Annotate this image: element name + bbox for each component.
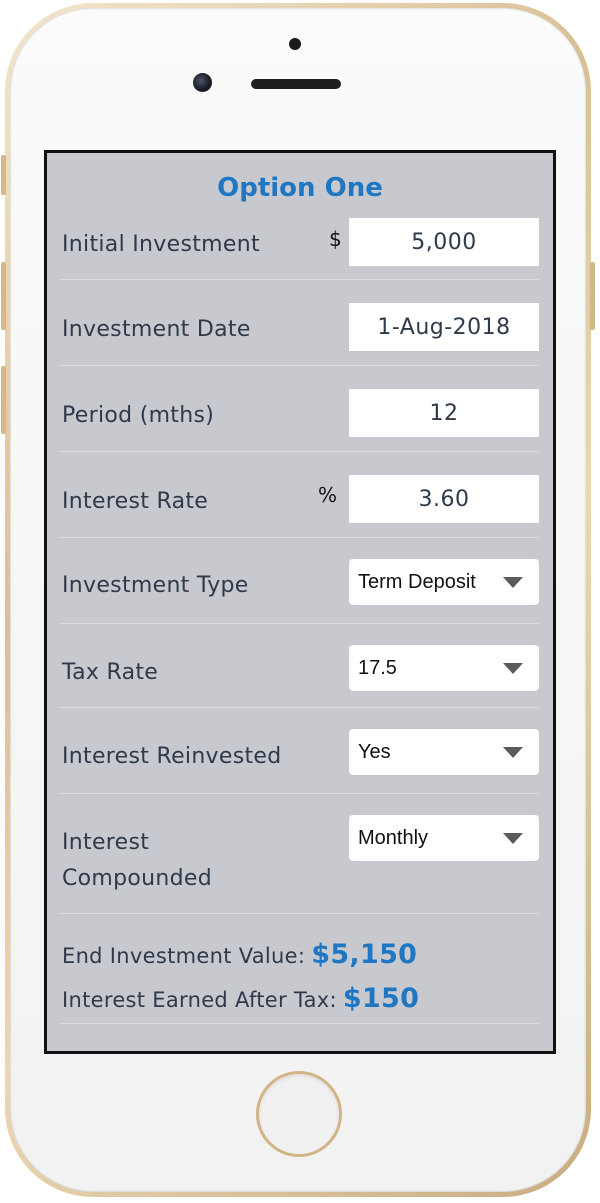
end-investment-value-label: End Investment Value: — [62, 944, 306, 968]
interest-rate-input[interactable]: 3.60 — [349, 475, 539, 523]
row-interest-rate: Interest Rate % 3.60 — [59, 451, 539, 538]
currency-prefix: $ — [329, 227, 342, 251]
interest-reinvested-label: Interest Reinvested — [62, 744, 282, 769]
row-investment-date: Investment Date 1-Aug-2018 — [59, 279, 539, 366]
investment-date-label: Investment Date — [62, 317, 251, 342]
proximity-sensor — [289, 38, 301, 50]
chevron-down-icon — [503, 747, 523, 758]
chevron-down-icon — [503, 663, 523, 674]
initial-investment-input[interactable]: 5,000 — [349, 218, 539, 266]
volume-up-button — [1, 262, 6, 330]
investment-date-input[interactable]: 1-Aug-2018 — [349, 303, 539, 351]
tax-rate-value: 17.5 — [358, 656, 397, 679]
row-period: Period (mths) 12 — [59, 365, 539, 452]
interest-compounded-value: Monthly — [358, 826, 429, 849]
tax-rate-select[interactable]: 17.5 — [349, 645, 539, 691]
interest-compounded-select[interactable]: Monthly — [349, 815, 539, 861]
interest-reinvested-select[interactable]: Yes — [349, 729, 539, 775]
interest-earned-label: Interest Earned After Tax: — [62, 988, 337, 1012]
power-button — [590, 262, 595, 330]
interest-earned-after-tax: Interest Earned After Tax: $150 — [62, 983, 419, 1014]
results-divider — [59, 1023, 539, 1024]
period-label: Period (mths) — [62, 403, 215, 428]
row-tax-rate: Tax Rate 17.5 — [59, 623, 539, 708]
row-interest-compounded: Interest Compounded Monthly — [59, 793, 539, 914]
period-input[interactable]: 12 — [349, 389, 539, 437]
mute-switch — [1, 155, 6, 195]
row-initial-investment: Initial Investment $ 5,000 — [59, 213, 539, 280]
interest-rate-label: Interest Rate — [62, 489, 209, 514]
investment-type-select[interactable]: Term Deposit — [349, 559, 539, 605]
row-investment-type: Investment Type Term Deposit — [59, 537, 539, 624]
end-investment-value: End Investment Value: $5,150 — [62, 939, 417, 970]
calculator-panel: Option One Initial Investment $ 5,000 In… — [44, 150, 556, 1054]
home-button[interactable] — [256, 1071, 342, 1157]
panel-title: Option One — [217, 173, 383, 203]
front-camera-icon — [193, 73, 212, 92]
row-interest-reinvested: Interest Reinvested Yes — [59, 707, 539, 794]
volume-down-button — [1, 366, 6, 434]
investment-type-label: Investment Type — [62, 573, 249, 598]
percent-prefix: % — [318, 483, 338, 507]
end-investment-value-amount: $5,150 — [311, 939, 418, 970]
interest-compounded-label-line2: Compounded — [62, 866, 213, 891]
chevron-down-icon — [503, 833, 523, 844]
chevron-down-icon — [503, 577, 523, 588]
investment-type-value: Term Deposit — [358, 570, 476, 593]
interest-earned-amount: $150 — [342, 983, 420, 1014]
interest-reinvested-value: Yes — [358, 740, 391, 763]
tax-rate-label: Tax Rate — [62, 660, 159, 685]
earpiece-speaker — [251, 79, 341, 89]
interest-compounded-label-line1: Interest — [62, 830, 150, 855]
initial-investment-label: Initial Investment — [62, 232, 260, 257]
